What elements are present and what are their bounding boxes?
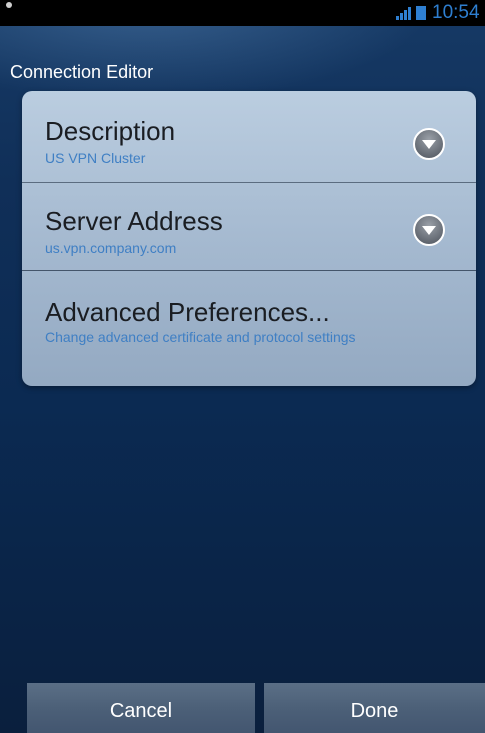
server-address-label: Server Address (45, 206, 223, 236)
settings-card: Description US VPN Cluster Server Addres… (22, 91, 476, 386)
status-bar: 10:54 (0, 0, 485, 26)
advanced-preferences-setting[interactable]: Advanced Preferences... Change advanced … (22, 271, 476, 386)
advanced-preferences-description: Change advanced certificate and protocol… (45, 329, 356, 345)
page-title: Connection Editor (10, 62, 154, 82)
bottom-button-bar: Cancel Done (0, 683, 485, 733)
description-value: US VPN Cluster (45, 150, 146, 166)
done-button[interactable]: Done (264, 683, 485, 733)
cancel-button[interactable]: Cancel (27, 683, 255, 733)
advanced-preferences-label: Advanced Preferences... (45, 297, 330, 327)
signal-icon (396, 7, 411, 20)
chevron-down-icon[interactable] (412, 213, 446, 247)
description-label: Description (45, 116, 176, 146)
server-address-setting[interactable]: Server Address us.vpn.company.com (22, 183, 476, 271)
connection-editor-screen: 10:54 Connection Editor Description US V… (0, 0, 485, 733)
notification-dot-icon (6, 2, 12, 8)
battery-icon (416, 6, 426, 20)
status-time: 10:54 (432, 2, 480, 23)
server-address-value: us.vpn.company.com (45, 240, 177, 256)
description-setting[interactable]: Description US VPN Cluster (22, 91, 476, 183)
chevron-down-icon[interactable] (412, 127, 446, 161)
